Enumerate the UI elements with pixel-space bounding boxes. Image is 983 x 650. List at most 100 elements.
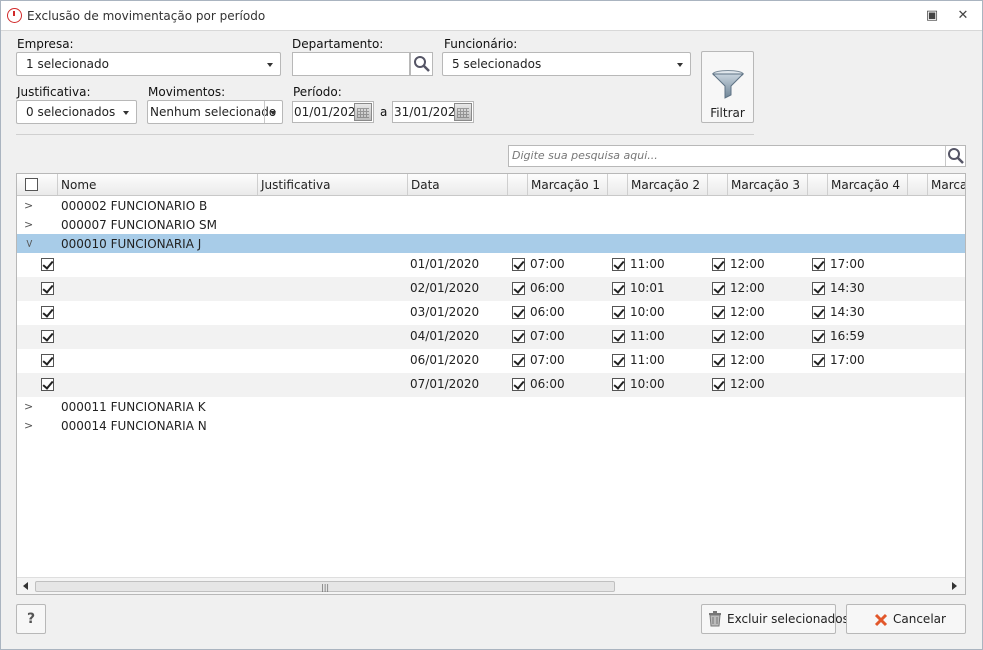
- cell-m3: 12:00: [730, 257, 765, 271]
- search-button[interactable]: [945, 146, 965, 166]
- m3-checkbox[interactable]: [712, 306, 725, 319]
- table-row[interactable]: 04/01/2020 07:00 11:00 12:00 16:59: [17, 325, 965, 349]
- m1-checkbox[interactable]: [512, 306, 525, 319]
- m4-checkbox[interactable]: [812, 306, 825, 319]
- table-row[interactable]: 06/01/2020 07:00 11:00 12:00 17:00: [17, 349, 965, 373]
- cell-m1: 06:00: [530, 305, 565, 319]
- cancel-button[interactable]: Cancelar: [846, 604, 966, 634]
- row-checkbox[interactable]: [41, 378, 54, 391]
- m2-checkbox[interactable]: [612, 258, 625, 271]
- periodo-from-input[interactable]: 01/01/2020: [292, 101, 374, 123]
- col-marcacao-5[interactable]: Marcação: [928, 174, 965, 195]
- group-row-expanded[interactable]: > 000010 FUNCIONARIA J: [17, 234, 965, 253]
- row-checkbox[interactable]: [41, 330, 54, 343]
- scroll-right-icon[interactable]: [952, 582, 957, 590]
- m1-checkbox[interactable]: [512, 282, 525, 295]
- movimentos-value: Nenhum selecionado: [150, 105, 277, 119]
- col-marcacao-1[interactable]: Marcação 1: [528, 174, 608, 195]
- departamento-input[interactable]: [292, 52, 410, 76]
- m2-checkbox[interactable]: [612, 306, 625, 319]
- chevron-right-icon[interactable]: >: [24, 199, 33, 212]
- empresa-value: 1 selecionado: [26, 57, 109, 71]
- data-grid: Nome Justificativa Data Marcação 1 Marca…: [16, 173, 966, 595]
- help-button[interactable]: ?: [16, 604, 46, 634]
- restore-icon[interactable]: ▣: [923, 7, 941, 25]
- empresa-select[interactable]: 1 selecionado: [16, 52, 281, 76]
- col-data[interactable]: Data: [408, 174, 508, 195]
- group-row[interactable]: > 000002 FUNCIONARIO B: [17, 196, 965, 215]
- delete-selected-button[interactable]: Excluir selecionados: [701, 604, 849, 634]
- funcionario-select[interactable]: 5 selecionados: [442, 52, 691, 76]
- periodo-to-value: 31/01/2020: [394, 105, 464, 119]
- m3-checkbox[interactable]: [712, 330, 725, 343]
- m1-checkbox[interactable]: [512, 330, 525, 343]
- cell-m4: 16:59: [830, 329, 865, 343]
- col-nome[interactable]: Nome: [58, 174, 258, 195]
- col-spacer: [808, 174, 828, 195]
- departamento-search-button[interactable]: [410, 52, 433, 76]
- calendar-icon[interactable]: [354, 103, 372, 121]
- row-checkbox[interactable]: [41, 258, 54, 271]
- m1-checkbox[interactable]: [512, 354, 525, 367]
- table-row[interactable]: 07/01/2020 06:00 10:00 12:00: [17, 373, 965, 397]
- group-row[interactable]: > 000007 FUNCIONARIO SM: [17, 215, 965, 234]
- m3-checkbox[interactable]: [712, 258, 725, 271]
- movimentos-select[interactable]: Nenhum selecionado: [147, 100, 283, 124]
- table-row[interactable]: 02/01/2020 06:00 10:01 12:00 14:30: [17, 277, 965, 301]
- calendar-icon[interactable]: [454, 103, 472, 121]
- cell-data: 07/01/2020: [410, 377, 480, 391]
- close-icon[interactable]: ✕: [954, 7, 972, 25]
- search-box[interactable]: Digite sua pesquisa aqui...: [508, 145, 966, 167]
- chevron-down-icon[interactable]: >: [23, 239, 36, 248]
- chevron-right-icon[interactable]: >: [24, 419, 33, 432]
- group-row[interactable]: > 000011 FUNCIONARIA K: [17, 397, 965, 416]
- select-all-checkbox[interactable]: [25, 178, 38, 191]
- grid-header: Nome Justificativa Data Marcação 1 Marca…: [17, 174, 965, 196]
- justificativa-value: 0 selecionados: [26, 105, 116, 119]
- chevron-right-icon[interactable]: >: [24, 400, 33, 413]
- row-checkbox[interactable]: [41, 306, 54, 319]
- col-spacer: [708, 174, 728, 195]
- chevron-right-icon[interactable]: >: [24, 218, 33, 231]
- m2-checkbox[interactable]: [612, 354, 625, 367]
- m2-checkbox[interactable]: [612, 282, 625, 295]
- chevron-down-icon: [267, 63, 273, 67]
- scroll-thumb[interactable]: |||: [35, 581, 615, 592]
- filter-button[interactable]: Filtrar: [701, 51, 754, 123]
- table-row[interactable]: 03/01/2020 06:00 10:00 12:00 14:30: [17, 301, 965, 325]
- chevron-down-icon: [677, 63, 683, 67]
- departamento-label: Departamento:: [292, 37, 384, 51]
- col-marcacao-4[interactable]: Marcação 4: [828, 174, 908, 195]
- periodo-to-input[interactable]: 31/01/2020: [392, 101, 474, 123]
- cell-m3: 12:00: [730, 329, 765, 343]
- row-checkbox[interactable]: [41, 354, 54, 367]
- table-row[interactable]: 01/01/2020 07:00 11:00 12:00 17:00: [17, 253, 965, 277]
- row-checkbox[interactable]: [41, 282, 54, 295]
- m1-checkbox[interactable]: [512, 378, 525, 391]
- cell-m1: 06:00: [530, 281, 565, 295]
- col-marcacao-2[interactable]: Marcação 2: [628, 174, 708, 195]
- search-icon: [948, 148, 964, 164]
- scroll-left-icon[interactable]: [23, 582, 28, 590]
- cell-m4: 14:30: [830, 305, 865, 319]
- group-row[interactable]: > 000014 FUNCIONARIA N: [17, 416, 965, 435]
- col-justificativa[interactable]: Justificativa: [258, 174, 408, 195]
- m4-checkbox[interactable]: [812, 354, 825, 367]
- m4-checkbox[interactable]: [812, 282, 825, 295]
- col-marcacao-3[interactable]: Marcação 3: [728, 174, 808, 195]
- m2-checkbox[interactable]: [612, 378, 625, 391]
- horizontal-scrollbar[interactable]: |||: [17, 577, 965, 594]
- m1-checkbox[interactable]: [512, 258, 525, 271]
- m3-checkbox[interactable]: [712, 378, 725, 391]
- movimentos-label: Movimentos:: [148, 85, 226, 99]
- window-title: Exclusão de movimentação por período: [27, 9, 266, 23]
- cell-m1: 07:00: [530, 257, 565, 271]
- m4-checkbox[interactable]: [812, 258, 825, 271]
- cell-m4: 17:00: [830, 257, 865, 271]
- m3-checkbox[interactable]: [712, 354, 725, 367]
- col-spacer: [608, 174, 628, 195]
- m3-checkbox[interactable]: [712, 282, 725, 295]
- m2-checkbox[interactable]: [612, 330, 625, 343]
- justificativa-select[interactable]: 0 selecionados: [16, 100, 137, 124]
- m4-checkbox[interactable]: [812, 330, 825, 343]
